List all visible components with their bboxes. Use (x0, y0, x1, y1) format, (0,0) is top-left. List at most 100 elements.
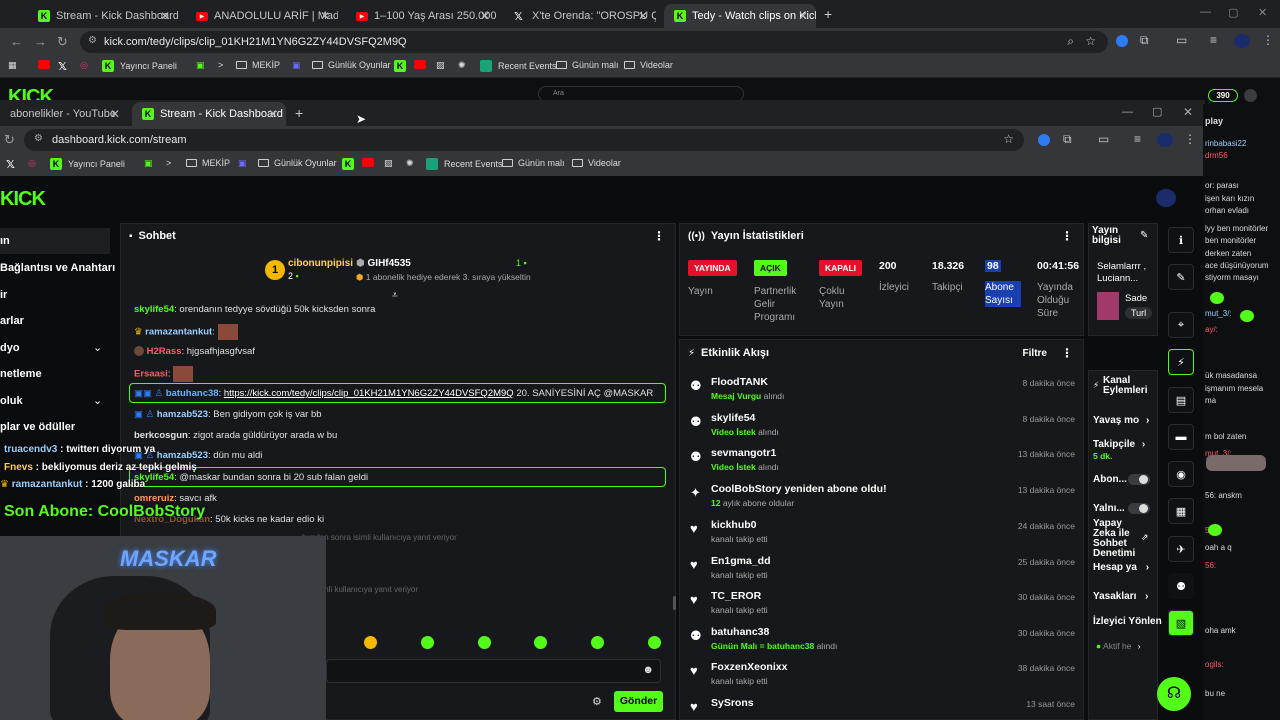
action-bans[interactable]: Yasakları › (1093, 591, 1149, 602)
zoom-icon[interactable]: ⌕ (1067, 34, 1074, 49)
action-account-age[interactable]: Hesap ya › (1093, 562, 1149, 573)
activity-item[interactable]: ♥ SySrons 13 saat önce (690, 697, 1075, 717)
chat-username[interactable]: hamzab523 (157, 409, 208, 420)
back-icon[interactable]: ← (10, 34, 23, 49)
chat-settings-icon[interactable]: ⚙ (592, 695, 602, 708)
chatgpt-icon[interactable]: ✺ (406, 158, 414, 169)
action-viewer-redirect[interactable]: İzleyici Yönlen (1093, 616, 1162, 627)
tab-search-icon[interactable]: ≡ (1134, 132, 1141, 146)
chat-username[interactable]: ramazantankut (145, 327, 212, 338)
bookmark-kick-bot[interactable]: ▣ (196, 60, 205, 71)
chat-username[interactable]: berkcosgun (134, 430, 188, 441)
bookmark-star-icon[interactable]: ☆ (1003, 132, 1014, 146)
help-headset-icon[interactable]: ☊ (1157, 677, 1191, 711)
points-badge[interactable]: 390 (1208, 89, 1238, 102)
emote-button[interactable] (591, 636, 604, 649)
profile-avatar[interactable] (1234, 34, 1250, 48)
stream-tag[interactable]: Turl (1125, 307, 1153, 319)
close-icon[interactable]: ✕ (320, 9, 330, 23)
outer-tab-tedy-clips[interactable]: K Tedy - Watch clips on Kick ✕ (664, 4, 816, 28)
kick-logo[interactable]: KICK (0, 188, 46, 211)
tools-icon[interactable]: ✈ (1168, 536, 1194, 562)
emote-button[interactable] (478, 636, 491, 649)
activity-menu-dots-icon[interactable]: ⋮ (1061, 346, 1073, 360)
outer-url-field[interactable]: ⚙ kick.com/tedy/clips/clip_01KH21M1YN6G2… (80, 31, 1108, 53)
instagram-icon[interactable]: ◎ (28, 158, 36, 169)
close-icon[interactable]: ✕ (798, 9, 808, 23)
bookmark-star-icon[interactable]: ☆ (1085, 34, 1096, 48)
sidebar-item-3[interactable]: ir (0, 289, 7, 301)
close-window-icon[interactable]: ✕ (1183, 105, 1193, 119)
chat-scrollbar[interactable] (673, 596, 676, 610)
bookmark-videolar[interactable]: Videolar (624, 60, 673, 70)
bookmark-discord[interactable]: ▣ (292, 60, 301, 71)
reload-icon[interactable]: ↻ (57, 34, 68, 50)
minimize-icon[interactable]: — (1122, 106, 1133, 118)
tab-search-icon[interactable]: ≡ (1210, 33, 1217, 47)
inner-tab-stream-dashboard[interactable]: K Stream - Kick Dashboard ✕ (132, 102, 286, 126)
chat-username[interactable]: Ersaasi (134, 369, 168, 380)
chat-username[interactable]: batuhanc38 (166, 388, 219, 399)
chat-username[interactable]: skylife54 (134, 304, 174, 315)
close-icon[interactable]: ✕ (160, 9, 170, 23)
bookmark-gunluk-oyunlar[interactable]: Günlük Oyunlar (258, 158, 337, 168)
chat-bubble-icon[interactable]: ▬ (1168, 424, 1194, 450)
activity-item[interactable]: ♥ En1gma_dd kanalı takip etti 25 dakika önc… (690, 555, 1075, 591)
bookmark-gunun-mali[interactable]: Günün malı (502, 158, 565, 168)
sidebar-item-8[interactable]: plar ve ödüller (0, 421, 75, 433)
menu-dots-icon[interactable]: ⋮ (1184, 132, 1196, 146)
sidepanel-icon[interactable]: ▭ (1176, 33, 1187, 47)
close-window-icon[interactable]: ✕ (1258, 6, 1267, 19)
emote-button[interactable] (364, 636, 377, 649)
emote-only-toggle[interactable] (1128, 503, 1150, 514)
bookmark-yayinci-paneli[interactable]: K Yayıncı Paneli (50, 158, 125, 170)
bookmark-mekip[interactable]: MEKİP (186, 158, 230, 168)
bookmark-terminal[interactable]: > (166, 158, 171, 168)
sidebar-item-1[interactable]: ın (0, 235, 10, 247)
sidebar-item-stream-key[interactable]: Bağlantısı ve Anahtarı (0, 262, 115, 274)
bookmark-videolar[interactable]: Videolar (572, 158, 621, 168)
sidebar-item-5[interactable]: dyo (0, 342, 20, 354)
bookmark-kick-bot[interactable]: ▣ (144, 158, 153, 169)
action-subs-only[interactable]: Abon... (1093, 474, 1127, 485)
bookmark-kick[interactable]: K (342, 158, 360, 170)
chatgpt-icon[interactable]: ✺ (458, 60, 466, 71)
maximize-icon[interactable]: ▢ (1152, 105, 1162, 118)
edit-icon[interactable]: ✎ (1168, 264, 1194, 290)
bookmark-recent-events[interactable]: Recent Events (426, 158, 503, 170)
gift-user-1[interactable]: cibonunpipisi (288, 258, 353, 269)
new-tab-icon[interactable]: + (295, 105, 303, 121)
emoji-picker-icon[interactable]: ☻ (642, 664, 654, 676)
apps-icon[interactable]: ▦ (8, 60, 17, 71)
outer-tab-x-orenda[interactable]: 𝕏 X'te Orenda: "OROSPU ÇOCUĞ ✕ (504, 4, 656, 28)
broadcast-icon[interactable]: ◉ (1168, 461, 1194, 487)
collapse-arrow-icon[interactable]: ⩡ (392, 290, 398, 301)
inner-url-field[interactable]: ⚙ dashboard.kick.com/stream ☆ (24, 129, 1024, 151)
action-followers-only[interactable]: Takipçile › (1093, 439, 1145, 450)
emote-button[interactable] (421, 636, 434, 649)
chat-username[interactable]: hamzab523 (157, 450, 208, 461)
instagram-icon[interactable]: ◎ (80, 60, 88, 71)
activity-item[interactable]: ⚉ skylife54 Video İstek alındı 8 dakika önc… (690, 412, 1075, 448)
image-icon[interactable]: ▨ (384, 158, 393, 169)
bookmark-x[interactable]: 𝕏 (6, 158, 24, 171)
outer-avatar[interactable] (1244, 89, 1257, 102)
subs-only-toggle[interactable] (1128, 474, 1150, 485)
external-link-icon[interactable]: ⇗ (1141, 532, 1149, 543)
chat-username[interactable]: H2Rass (147, 346, 182, 357)
bookmark-mekip[interactable]: MEKİP (236, 60, 280, 70)
forward-icon[interactable]: → (34, 34, 47, 49)
extension-icon[interactable] (1038, 134, 1050, 146)
site-info-icon[interactable]: ⚙ (34, 133, 43, 144)
close-icon[interactable]: ✕ (638, 9, 648, 23)
dashboard-avatar[interactable] (1156, 189, 1176, 207)
chevron-down-icon[interactable]: ⌄ (93, 394, 102, 407)
users-icon[interactable]: ⚉ (1168, 573, 1194, 599)
minimize-icon[interactable]: — (1200, 6, 1211, 18)
activity-item[interactable]: ✦ CoolBobStory yeniden abone oldu! 12 aylı… (690, 483, 1075, 519)
activity-item[interactable]: ♥ TC_EROR kanalı takip etti 30 dakika önce (690, 590, 1075, 626)
close-icon[interactable]: ✕ (268, 107, 278, 121)
outer-tab-kick-dashboard[interactable]: K Stream - Kick Dashboard ✕ (28, 4, 178, 28)
sidebar-item-4[interactable]: arlar (0, 315, 24, 327)
crosshair-icon[interactable]: ⌖ (1168, 312, 1194, 338)
